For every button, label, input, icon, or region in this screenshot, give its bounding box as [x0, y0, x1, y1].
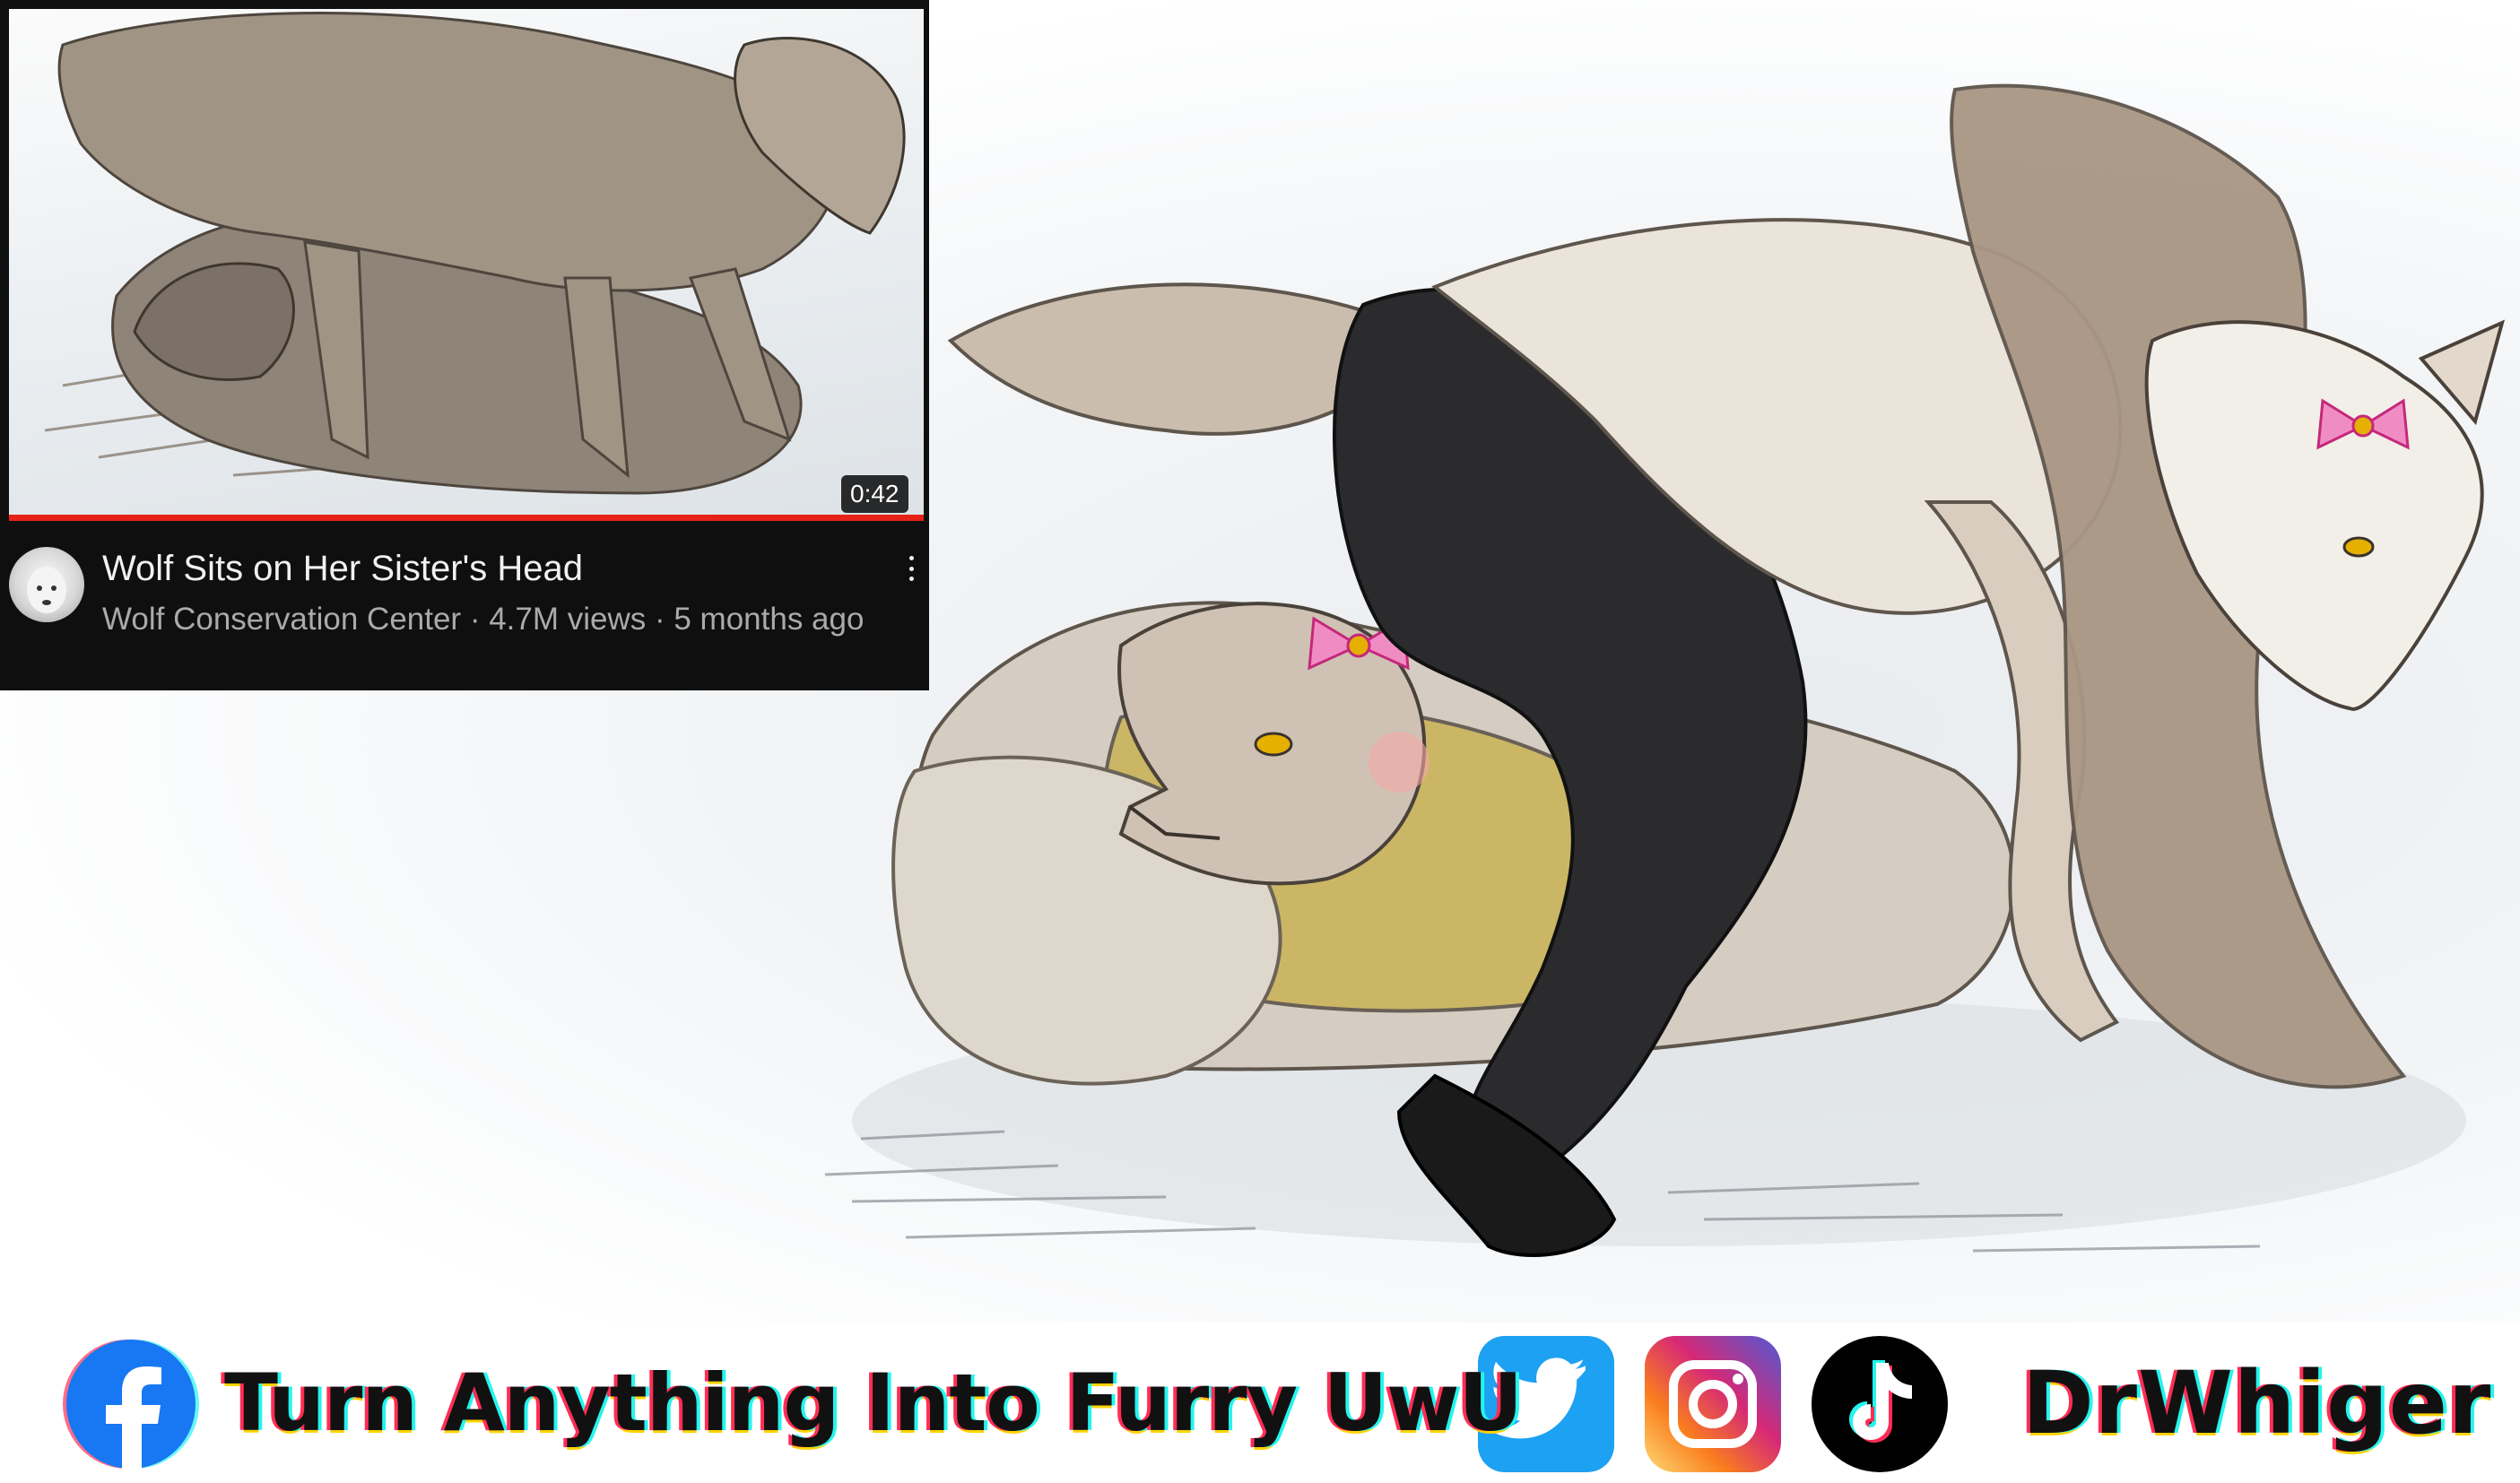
tiktok-icon[interactable] — [1812, 1336, 1948, 1472]
creator-handle: DrWhiger — [2022, 1353, 2492, 1453]
instagram-icon[interactable] — [1645, 1336, 1781, 1472]
video-progress-bar — [9, 515, 924, 521]
facebook-icon[interactable] — [63, 1336, 199, 1472]
video-thumbnail[interactable]: 0:42 — [9, 9, 924, 520]
video-title[interactable]: Wolf Sits on Her Sister's Head — [102, 545, 873, 592]
channel-avatar[interactable] — [9, 547, 84, 622]
social-footer-banner: Turn Anything Into Furry UwU DrWhiger — [0, 1323, 2520, 1483]
wolves-thumbnail-image — [44, 12, 906, 495]
video-duration-badge: 0:42 — [841, 475, 908, 513]
meme-canvas: 0:42 Wolf Sits on Her Sister's Head Wolf… — [0, 0, 2520, 1483]
video-metadata: Wolf Conservation Center · 4.7M views · … — [102, 602, 865, 637]
tagline-text: Turn Anything Into Furry UwU — [224, 1357, 1523, 1449]
more-options-icon[interactable] — [902, 551, 920, 586]
youtube-video-card[interactable]: 0:42 Wolf Sits on Her Sister's Head Wolf… — [0, 0, 929, 690]
white-wolf-avatar-icon — [27, 567, 66, 613]
